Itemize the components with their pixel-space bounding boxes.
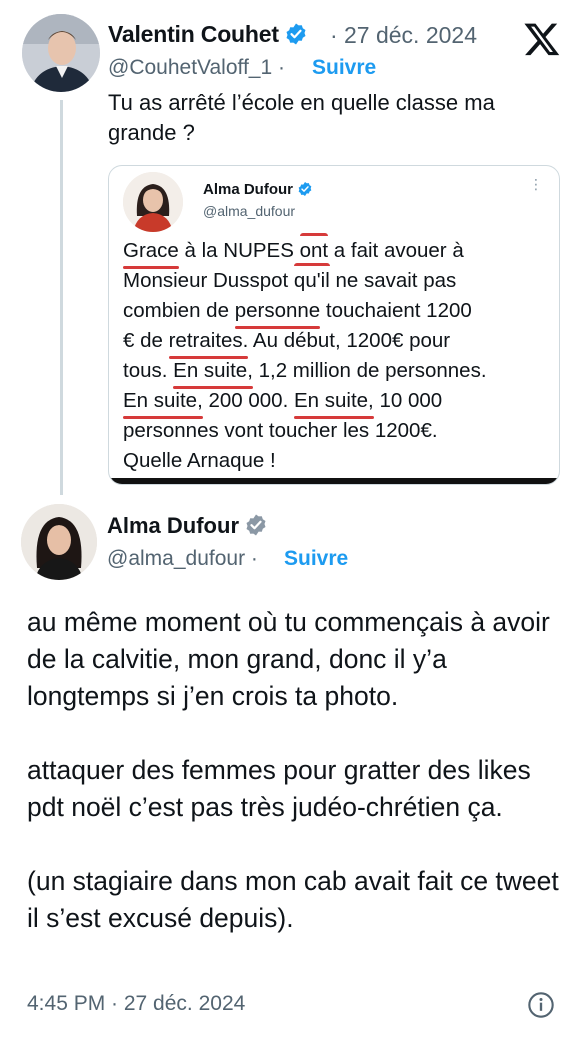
text-segment: ne savait pas	[329, 269, 457, 292]
text-segment: 200 000.	[202, 389, 294, 412]
spellcheck-underline: En suite,	[293, 386, 374, 419]
spellcheck-underline: personne	[234, 296, 321, 329]
thread-connector-line	[60, 100, 63, 495]
text-segment: tous.	[123, 359, 174, 382]
text-segment: 1,2 million de personnes.	[252, 359, 487, 382]
quoted-line: Grace à la NUPES ont a fait avouer à	[123, 233, 553, 269]
quoted-line: combien de personne touchaient 1200	[123, 296, 553, 329]
text-segment: touchaient 1200	[320, 299, 472, 322]
author-handle[interactable]: @alma_dufour ·	[107, 547, 258, 571]
avatar-alma-dufour[interactable]	[21, 504, 97, 580]
text-segment: Au début, 1200€ pour	[248, 329, 451, 352]
verified-badge-icon	[284, 22, 308, 52]
text-segment: a fait avouer à	[328, 239, 464, 262]
x-logo-icon[interactable]	[523, 20, 561, 58]
quoted-line: € de retraites. Au début, 1200€ pour	[123, 326, 553, 359]
text-segment: Quelle Arnaque !	[123, 449, 276, 472]
quoted-line: tous. En suite, 1,2 million de personnes…	[123, 356, 553, 389]
quoted-line: Quelle Arnaque !	[123, 446, 553, 476]
text-segment: € de	[123, 329, 169, 352]
text-segment: Monsieur Dusspot	[123, 269, 294, 292]
author-name[interactable]: Valentin Couhet	[108, 21, 308, 52]
avatar-valentin-couhet[interactable]	[22, 14, 100, 92]
spellcheck-underline: qu'il	[293, 263, 330, 296]
tweet-date[interactable]: 27 déc. 2024	[344, 22, 477, 49]
tweet-paragraph: au même moment où tu commençais à avoir …	[27, 607, 550, 711]
text-segment: combien de	[123, 299, 235, 322]
text-segment: 10 000	[373, 389, 443, 412]
quoted-line: Monsieur Dusspot qu'il ne savait pas	[123, 263, 553, 296]
spellcheck-underline: retraites.	[168, 326, 248, 359]
text-segment: à la NUPES	[178, 239, 300, 262]
date-separator: ·	[330, 22, 338, 48]
quoted-line: En suite, 200 000. En suite, 10 000	[123, 386, 553, 419]
tweet-paragraph: (un stagiaire dans mon cab avait fait ce…	[27, 866, 559, 933]
spellcheck-underline: En suite,	[123, 386, 203, 419]
quoted-tweet-text: Grace à la NUPES ont a fait avouer à Mon…	[123, 233, 553, 476]
quoted-tweet-card[interactable]: Alma Dufour @alma_dufour ⋮ Grace à la NU…	[108, 165, 560, 485]
quoted-author-name[interactable]: Alma Dufour	[203, 181, 313, 201]
tweet-paragraph: attaquer des femmes pour gratter des lik…	[27, 755, 531, 822]
text-segment: personnes vont toucher les 1200€.	[123, 419, 438, 442]
quoted-line: personnes vont toucher les 1200€.	[123, 416, 553, 446]
card-bottom-edge	[109, 478, 559, 484]
verified-badge-icon	[244, 513, 268, 543]
author-handle[interactable]: @CouhetValoff_1 ·	[108, 56, 285, 80]
tweet-body: au même moment où tu commençais à avoir …	[27, 604, 567, 937]
spellcheck-underline: ont	[299, 233, 328, 266]
follow-button[interactable]: Suivre	[312, 56, 376, 80]
quoted-author-handle[interactable]: @alma_dufour	[203, 203, 295, 219]
tweet-timestamp[interactable]: 4:45 PM · 27 déc. 2024	[27, 992, 245, 1016]
author-name[interactable]: Alma Dufour	[107, 513, 268, 543]
spellcheck-underline: En suite,	[173, 356, 253, 389]
tweet-text: Tu as arrêté l’école en quelle classe ma…	[108, 90, 495, 145]
spellcheck-underline: Grace	[123, 236, 179, 269]
quoted-avatar[interactable]	[123, 172, 183, 232]
verified-badge-icon	[297, 181, 313, 201]
screenshot-root: Valentin Couhet · 27 déc. 2024 @CouhetVa…	[0, 0, 585, 1047]
follow-button[interactable]: Suivre	[284, 547, 348, 571]
more-options-icon[interactable]: ⋮	[529, 176, 544, 193]
info-icon[interactable]	[527, 991, 555, 1019]
